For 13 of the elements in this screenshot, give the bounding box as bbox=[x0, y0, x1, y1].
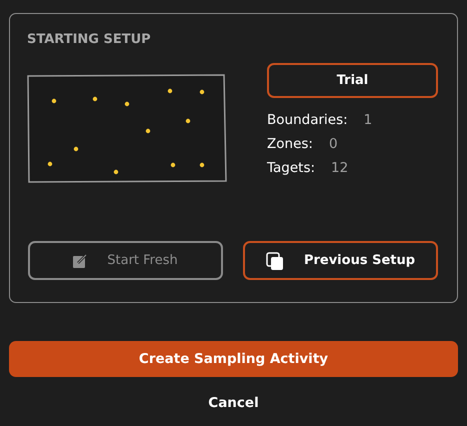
stat-label: Tagets: bbox=[267, 160, 316, 176]
cancel-link[interactable]: Cancel bbox=[208, 395, 259, 411]
panel-title: STARTING SETUP bbox=[27, 32, 152, 47]
edit-icon bbox=[73, 254, 88, 268]
stat-label: Boundaries: bbox=[267, 112, 348, 128]
previous-setup-button[interactable]: Previous Setup bbox=[243, 241, 438, 280]
stat-value: 1 bbox=[364, 112, 372, 128]
stat-value: 12 bbox=[331, 160, 348, 176]
copy-icon bbox=[266, 252, 284, 270]
stat-label: Zones: bbox=[267, 136, 313, 152]
create-activity-button[interactable]: Create Sampling Activity bbox=[9, 341, 458, 377]
stat-value: 0 bbox=[328, 136, 338, 152]
trial-button[interactable]: Trial bbox=[267, 63, 438, 98]
